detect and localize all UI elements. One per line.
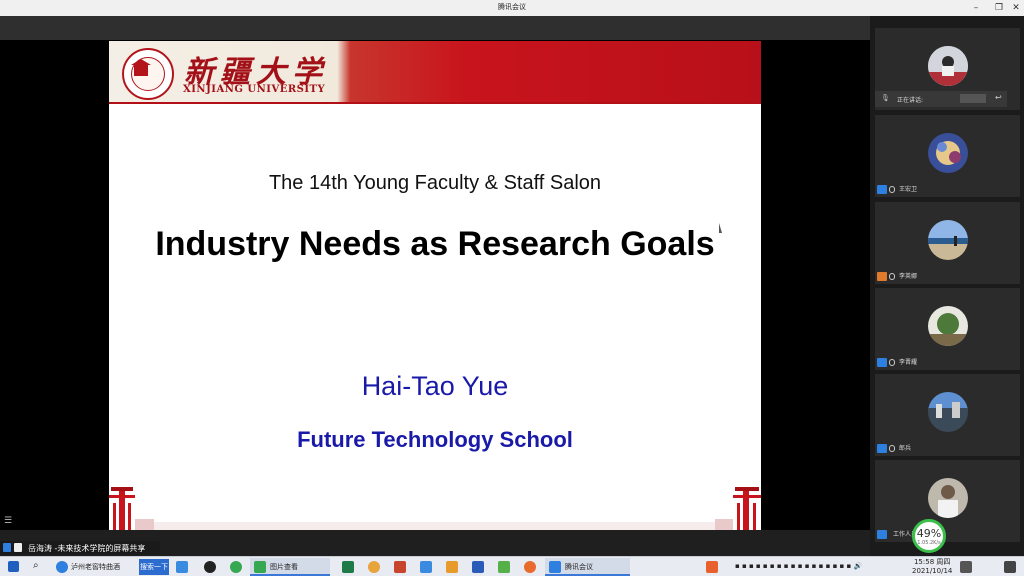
search-button[interactable]: 搜索一下 xyxy=(139,559,169,575)
banner-stripe xyxy=(109,102,761,104)
participant-name: 李英娜 xyxy=(899,273,918,280)
menu-icon[interactable]: ☰ xyxy=(4,516,12,526)
participant-tile[interactable]: 王宏卫 xyxy=(875,115,1020,197)
search-icon[interactable]: ⌕ xyxy=(33,560,39,571)
avatar xyxy=(928,220,968,260)
window-title: 腾讯会议 xyxy=(498,3,526,11)
clock-date: 2021/10/14 xyxy=(912,567,953,575)
network-speed-badge: 49% 1.05.2K/s xyxy=(912,519,946,553)
clock-time: 15:58 周四 xyxy=(913,558,951,566)
chrome-icon[interactable] xyxy=(368,561,380,573)
network-percent: 49% xyxy=(916,527,942,540)
mic-icon xyxy=(889,186,895,193)
tray-icons[interactable]: ▪ ▪ ▪ ▪ ▪ ▪ ▪ ▪ ▪ ▪ ▪ ▪ ▪ ▪ ▪ ▪ ▪ 🔊 xyxy=(735,562,862,570)
seal-building xyxy=(134,64,148,76)
participant-tile[interactable]: 李英娜 xyxy=(875,202,1020,284)
browser-tab-label[interactable]: 泸州老窖特曲酒 xyxy=(71,562,120,572)
back-icon[interactable]: ↩ xyxy=(995,93,1002,102)
windows-start-icon[interactable] xyxy=(8,561,19,572)
slide-footer-band xyxy=(154,522,715,530)
action-center-icon[interactable] xyxy=(1004,561,1016,573)
user-icon xyxy=(877,358,887,367)
app-icon[interactable] xyxy=(176,561,188,573)
taskbar-app-tencent-meeting[interactable]: 腾讯会议 xyxy=(545,558,630,576)
share-toolbar-area xyxy=(0,16,870,40)
avatar xyxy=(928,306,968,346)
taskbar-app-image-viewer[interactable]: 图片查看 xyxy=(250,558,330,576)
minimize-icon[interactable]: – xyxy=(968,0,984,16)
restore-icon[interactable]: ❐ xyxy=(991,0,1007,16)
user-icon xyxy=(3,543,11,552)
sogou-icon[interactable] xyxy=(706,561,718,573)
tencent-meeting-icon xyxy=(549,561,561,573)
network-speed: 1.05.2K/s xyxy=(917,540,941,546)
participant-tile[interactable]: 李晋耀 xyxy=(875,288,1020,370)
participant-tile[interactable]: 工作人员 xyxy=(875,460,1020,542)
excel-icon[interactable] xyxy=(342,561,354,573)
salon-title: The 14th Young Faculty & Staff Salon xyxy=(268,172,602,194)
speaking-indicator: 🎙 正在讲话: ↩ xyxy=(875,91,1007,107)
participant-name: 郎兵 xyxy=(899,445,912,452)
app-icon[interactable] xyxy=(446,561,458,573)
university-name-en: XINJIANG UNIVERSITY xyxy=(183,84,326,95)
user-icon xyxy=(877,272,887,281)
avatar xyxy=(928,478,968,518)
mic-icon xyxy=(889,359,895,366)
ie-browser-icon[interactable] xyxy=(56,561,68,573)
avatar xyxy=(928,392,968,432)
university-seal-icon xyxy=(122,48,174,100)
participant-tile[interactable]: 郎兵 xyxy=(875,374,1020,456)
participant-name: 王宏卫 xyxy=(899,186,918,193)
school-name: Future Technology School xyxy=(297,427,573,452)
word-icon[interactable] xyxy=(472,561,484,573)
share-label-text: 岳海涛 -未来技术学院的屏幕共享 xyxy=(28,544,146,553)
notification-icon[interactable] xyxy=(960,561,972,573)
image-viewer-icon xyxy=(254,561,266,573)
user-icon xyxy=(877,530,887,539)
left-gate-decoration-icon xyxy=(109,487,154,530)
powerpoint-icon[interactable] xyxy=(394,561,406,573)
taskbar-app-label: 腾讯会议 xyxy=(565,563,593,571)
avatar xyxy=(928,133,968,173)
user-icon xyxy=(877,444,887,453)
avatar xyxy=(928,46,968,86)
window-titlebar: 腾讯会议 – ❐ ✕ xyxy=(0,0,1024,16)
speaker-name-blur xyxy=(960,94,986,103)
participant-sidebar: 🎙 正在讲话: ↩ 王宏卫 李英娜 李晋耀 郎兵 工作人员 xyxy=(870,16,1024,556)
mic-icon xyxy=(889,445,895,452)
presentation-slide: 新疆大学 XINJIANG UNIVERSITY The 14th Young … xyxy=(109,41,761,530)
author-name: Hai-Tao Yue xyxy=(361,371,509,401)
taskbar-app-label: 图片查看 xyxy=(270,563,298,571)
mic-icon xyxy=(889,273,895,280)
right-gate-decoration-icon xyxy=(715,487,761,530)
wechat-icon[interactable] xyxy=(230,561,242,573)
app-icon[interactable] xyxy=(498,561,510,573)
talk-title: Industry Needs as Research Goals xyxy=(155,225,715,263)
mouse-cursor-icon xyxy=(719,223,722,233)
mic-icon: 🎙 xyxy=(881,95,890,102)
close-icon[interactable]: ✕ xyxy=(1008,0,1024,16)
screen-share-label: 岳海涛 -未来技术学院的屏幕共享 xyxy=(0,541,160,555)
windows-taskbar: ⌕ 泸州老窖特曲酒 搜索一下 图片查看 腾讯会议 ▪ ▪ ▪ ▪ ▪ ▪ ▪ ▪… xyxy=(0,556,1024,576)
speaking-label: 正在讲话: xyxy=(897,97,924,104)
qq-icon[interactable] xyxy=(204,561,216,573)
slide-banner: 新疆大学 XINJIANG UNIVERSITY xyxy=(109,41,761,104)
user-icon xyxy=(877,185,887,194)
app-icon[interactable] xyxy=(420,561,432,573)
participant-name: 李晋耀 xyxy=(899,359,918,366)
system-clock[interactable]: 15:58 周四 2021/10/14 xyxy=(912,558,952,576)
firefox-icon[interactable] xyxy=(524,561,536,573)
screen-icon xyxy=(14,543,22,552)
